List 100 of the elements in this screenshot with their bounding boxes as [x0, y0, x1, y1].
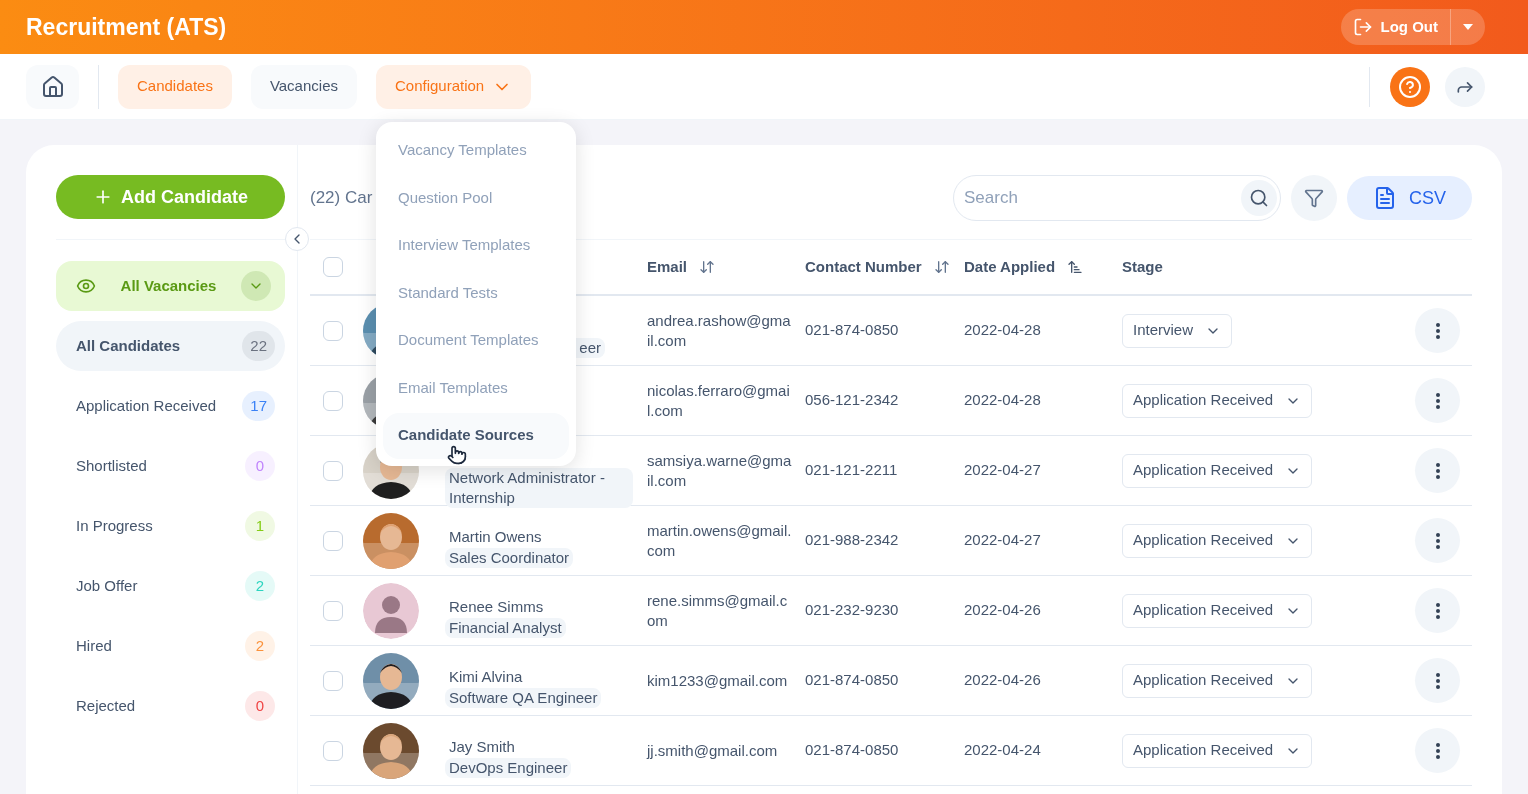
- column-header[interactable]: Stage: [1122, 255, 1163, 279]
- stage-label: Job Offer: [76, 575, 138, 596]
- candidate-name[interactable]: Renee Simms: [445, 596, 548, 617]
- row-checkbox[interactable]: [323, 530, 343, 551]
- stage-select[interactable]: Application Received: [1122, 733, 1313, 768]
- stage-filter-item[interactable]: In Progress 1: [56, 501, 285, 551]
- more-options-button[interactable]: [1415, 518, 1460, 563]
- avatar-icon: [363, 582, 419, 639]
- count-badge: 17: [242, 391, 275, 421]
- column-header[interactable]: Contact Number: [805, 255, 922, 279]
- more-options-button[interactable]: [1415, 658, 1460, 703]
- search-field[interactable]: Search: [953, 175, 1281, 221]
- stage-select[interactable]: Application Received: [1122, 523, 1313, 558]
- chevron-down-icon: [241, 271, 271, 301]
- candidate-name[interactable]: Jay Smith: [445, 736, 519, 757]
- count-badge: 22: [242, 331, 275, 361]
- help-icon: [1398, 74, 1422, 99]
- more-icon: [1435, 392, 1440, 409]
- filter-button[interactable]: [1291, 175, 1337, 221]
- stage-label: Application Received: [76, 395, 217, 416]
- stage-label: Rejected: [76, 695, 136, 716]
- more-options-button[interactable]: [1415, 588, 1460, 633]
- row-checkbox[interactable]: [323, 320, 343, 341]
- home-icon: [40, 74, 65, 99]
- stage-select[interactable]: Application Received: [1122, 383, 1313, 418]
- stage-filter-item[interactable]: Hired 2: [56, 621, 285, 671]
- stage-filter-item[interactable]: Job Offer 2: [56, 561, 285, 611]
- more-options-button[interactable]: [1415, 728, 1460, 773]
- job-title-tag: DevOps Engineer: [445, 757, 572, 778]
- stage-label: In Progress: [76, 515, 153, 536]
- count-badge: 1: [245, 511, 275, 541]
- row-checkbox[interactable]: [323, 460, 343, 481]
- stage-filter-item[interactable]: All Candidates 22: [56, 321, 285, 371]
- stage-select[interactable]: Interview: [1122, 313, 1233, 348]
- share-button[interactable]: [1445, 66, 1485, 107]
- logout-icon: [1352, 17, 1373, 37]
- date-cell-text: 2022-04-28: [964, 320, 1042, 341]
- date-cell-text: 2022-04-27: [964, 460, 1042, 481]
- email-cell-text: nicolas.ferraro@gmail.com: [647, 380, 791, 421]
- more-icon: [1435, 672, 1440, 689]
- select-all-checkbox[interactable]: [323, 257, 343, 277]
- phone-cell-text: 021-232-9230: [805, 600, 900, 621]
- app-title: Recruitment (ATS): [26, 12, 227, 42]
- column-header[interactable]: Email: [647, 255, 688, 279]
- stage-select[interactable]: Application Received: [1122, 663, 1313, 698]
- stage-filter-item[interactable]: Application Received 17: [56, 381, 285, 431]
- sort-icon[interactable]: [699, 259, 716, 275]
- phone-cell-text: 021-988-2342: [805, 530, 900, 551]
- email-cell-text: samsiya.warne@gmail.com: [647, 450, 793, 491]
- row-checkbox[interactable]: [323, 740, 343, 761]
- collapse-button[interactable]: [285, 227, 309, 251]
- email-cell-text: martin.owens@gmail.com: [647, 520, 793, 561]
- stage-label: Hired: [76, 635, 112, 656]
- home-button[interactable]: [26, 64, 79, 109]
- count-badge: 0: [245, 691, 275, 721]
- phone-cell-text: 056-121-2342: [805, 390, 900, 411]
- job-title-tag: Financial Analyst: [445, 617, 566, 638]
- phone-cell-text: 021-874-0850: [805, 320, 900, 341]
- help-button[interactable]: [1390, 66, 1430, 107]
- date-cell-text: 2022-04-28: [964, 390, 1042, 411]
- sort-icon[interactable]: [933, 259, 950, 275]
- email-cell-text: rene.simms@gmail.com: [647, 590, 789, 631]
- candidate-name[interactable]: Kimi Alvina: [445, 666, 527, 687]
- stage-select[interactable]: Application Received: [1122, 453, 1313, 488]
- sort-ascending-icon[interactable]: [1067, 259, 1084, 275]
- document-icon: [1373, 186, 1397, 210]
- phone-cell-text: 021-874-0850: [805, 740, 900, 761]
- candidate-name[interactable]: Martin Owens: [445, 526, 546, 547]
- more-icon: [1435, 602, 1440, 619]
- more-icon: [1435, 462, 1440, 479]
- date-cell-text: 2022-04-27: [964, 530, 1042, 551]
- email-cell-text: jj.smith@gmail.com: [647, 740, 779, 761]
- more-icon: [1435, 532, 1440, 549]
- csv-button[interactable]: CSV: [1347, 176, 1472, 220]
- phone-cell-text: 021-121-2211: [805, 460, 899, 481]
- more-icon: [1435, 742, 1440, 759]
- more-icon: [1435, 322, 1440, 339]
- count-badge: 2: [245, 631, 275, 661]
- row-checkbox[interactable]: [323, 600, 343, 621]
- job-title-tag: Sales Coordinator: [445, 547, 574, 568]
- phone-cell-text: 021-874-0850: [805, 670, 900, 691]
- column-header[interactable]: Date Applied: [964, 255, 1056, 279]
- row-checkbox[interactable]: [323, 670, 343, 691]
- email-cell-text: kim1233@gmail.com: [647, 670, 789, 691]
- date-cell-text: 2022-04-26: [964, 670, 1042, 691]
- stage-filter-item[interactable]: Shortlisted 0: [56, 441, 285, 491]
- stage-filter-item[interactable]: Rejected 0: [56, 681, 285, 731]
- row-checkbox[interactable]: [323, 390, 343, 411]
- job-title-tag: Software QA Engineer: [445, 687, 602, 708]
- stage-label: All Candidates: [76, 335, 181, 356]
- stage-select[interactable]: Application Received: [1122, 593, 1313, 628]
- count-badge: 2: [245, 571, 275, 601]
- nav-tab[interactable]: Vacancies: [250, 64, 357, 109]
- more-options-button[interactable]: [1415, 448, 1460, 493]
- email-cell-text: andrea.rashow@gmail.com: [647, 310, 792, 351]
- more-options-button[interactable]: [1415, 308, 1460, 353]
- more-options-button[interactable]: [1415, 378, 1460, 423]
- job-title-tag: Network Administrator - Internship: [445, 468, 633, 508]
- date-cell-text: 2022-04-24: [964, 740, 1042, 761]
- filter-icon: [1304, 188, 1324, 208]
